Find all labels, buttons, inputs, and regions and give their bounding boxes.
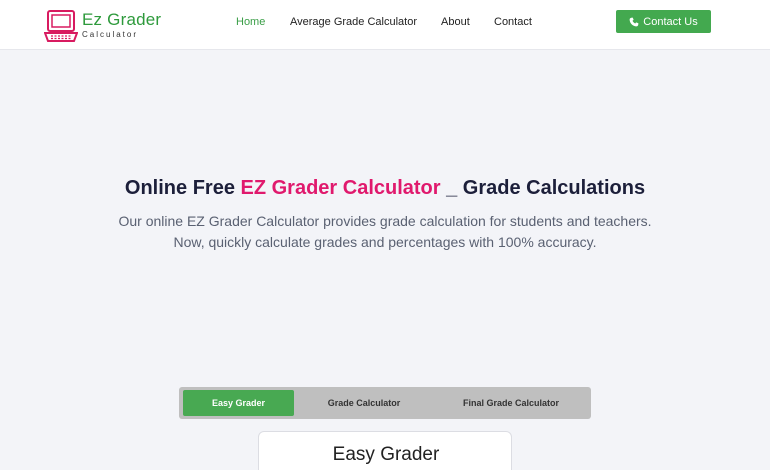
nav-contact[interactable]: Contact xyxy=(494,16,532,28)
nav-about[interactable]: About xyxy=(441,16,470,28)
hero-title: Online Free EZ Grader Calculator _ Grade… xyxy=(0,177,770,200)
tab-grade-calculator[interactable]: Grade Calculator xyxy=(299,390,429,416)
site-header: Ez Grader Calculator Home Average Grade … xyxy=(0,0,770,50)
contact-us-label: Contact Us xyxy=(643,15,698,28)
calculator-tabs: Easy Grader Grade Calculator Final Grade… xyxy=(179,387,591,419)
nav-home[interactable]: Home xyxy=(236,16,265,28)
card-title: Easy Grader xyxy=(332,444,440,465)
contact-us-button[interactable]: Contact Us xyxy=(616,10,711,33)
easy-grader-card: Easy Grader xyxy=(258,431,512,470)
hero-description: Our online EZ Grader Calculator provides… xyxy=(118,213,652,250)
nav-average-grade-calculator[interactable]: Average Grade Calculator xyxy=(290,16,417,28)
phone-icon xyxy=(629,17,639,26)
hero-title-prefix: Online Free xyxy=(124,177,241,199)
tab-easy-grader[interactable]: Easy Grader xyxy=(183,390,294,416)
hero-title-suffix: _ Grade Calculations xyxy=(440,177,646,199)
hero-title-highlight: EZ Grader Calculator xyxy=(240,177,441,199)
tab-final-grade-calculator[interactable]: Final Grade Calculator xyxy=(437,390,585,416)
